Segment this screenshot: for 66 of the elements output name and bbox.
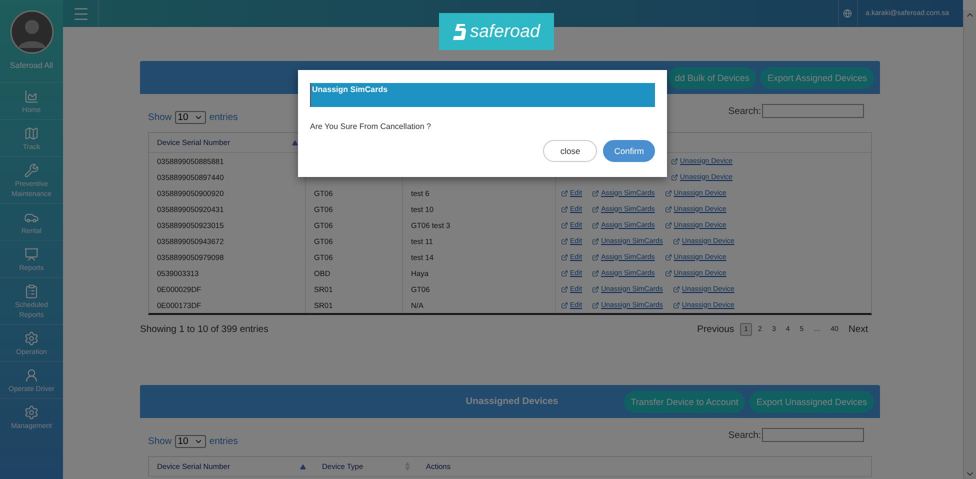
close-button[interactable]: close — [543, 140, 598, 162]
wrench-icon — [24, 163, 39, 178]
map-icon — [24, 126, 39, 141]
edit-icon — [561, 190, 568, 196]
edit-icon — [672, 286, 680, 292]
panel-action-button[interactable]: Transfer Device to Account — [624, 390, 746, 412]
edit-icon — [561, 254, 568, 260]
show-label: Show — [148, 436, 172, 447]
logo-icon — [452, 22, 467, 42]
edit-icon — [592, 270, 600, 276]
edit-icon — [672, 302, 680, 308]
search-field[interactable] — [762, 104, 864, 118]
presentation-board-icon — [24, 247, 39, 262]
show-label: Show — [148, 112, 172, 123]
avatar — [10, 10, 54, 54]
confirm-button[interactable]: Confirm — [603, 140, 655, 162]
edit-icon — [592, 238, 600, 244]
edit-icon — [561, 270, 568, 276]
edit-icon — [592, 286, 600, 292]
edit-icon — [592, 222, 600, 228]
panel-action-button[interactable]: Export Assigned Devices — [760, 66, 874, 88]
edit-icon — [592, 206, 600, 212]
sort-ascending-icon[interactable] — [300, 464, 306, 470]
edit-icon — [664, 206, 672, 212]
panel-title: Unassigned Devices — [466, 396, 558, 407]
edit-icon — [592, 190, 600, 196]
chart-icon — [24, 89, 39, 104]
pagination-link[interactable]: Previous — [693, 321, 738, 338]
language-icon[interactable] — [843, 9, 852, 18]
edit-icon — [592, 254, 600, 260]
search-label: Search: — [728, 430, 761, 440]
clipboard-icon — [24, 284, 39, 299]
dialog-title: Unassign SimCards — [310, 83, 655, 107]
dialog-message: Are You Sure From Cancellation ? — [310, 122, 432, 131]
search-label: Search: — [728, 106, 761, 116]
edit-icon — [561, 286, 568, 292]
caret-icon — [194, 437, 204, 446]
entries-select[interactable]: 10 — [174, 111, 206, 124]
edit-icon — [664, 254, 672, 260]
entries-label: entries — [209, 112, 238, 123]
edit-icon — [672, 238, 680, 244]
edit-icon — [561, 222, 568, 228]
entries-info: Showing 1 to 10 of 399 entries — [140, 324, 268, 335]
entries-select[interactable]: 10 — [174, 435, 206, 448]
edit-icon — [671, 174, 678, 180]
edit-icon — [664, 222, 672, 228]
search-field[interactable] — [762, 428, 864, 442]
sort-ascending-icon[interactable] — [292, 140, 298, 146]
edit-icon — [664, 270, 672, 276]
logo-text: saferoad — [470, 21, 540, 42]
edit-icon — [592, 302, 600, 308]
panel-action-button[interactable]: dd Bulk of Devices — [668, 66, 756, 88]
edit-icon — [561, 206, 568, 212]
caret-icon — [194, 113, 204, 122]
gears-icon — [24, 331, 39, 346]
edit-icon — [561, 302, 568, 308]
gears-icon — [24, 405, 39, 420]
entries-label: entries — [209, 436, 238, 447]
scrollbar[interactable] — [963, 10, 976, 479]
edit-icon — [671, 158, 678, 164]
user-name: Saferoad All — [10, 61, 54, 70]
pagination-link[interactable]: Next — [844, 321, 872, 338]
driver-icon — [24, 368, 39, 383]
panel-action-button[interactable]: Export Unassigned Devices — [749, 390, 874, 412]
edit-icon — [561, 238, 568, 244]
edit-icon — [664, 190, 672, 196]
